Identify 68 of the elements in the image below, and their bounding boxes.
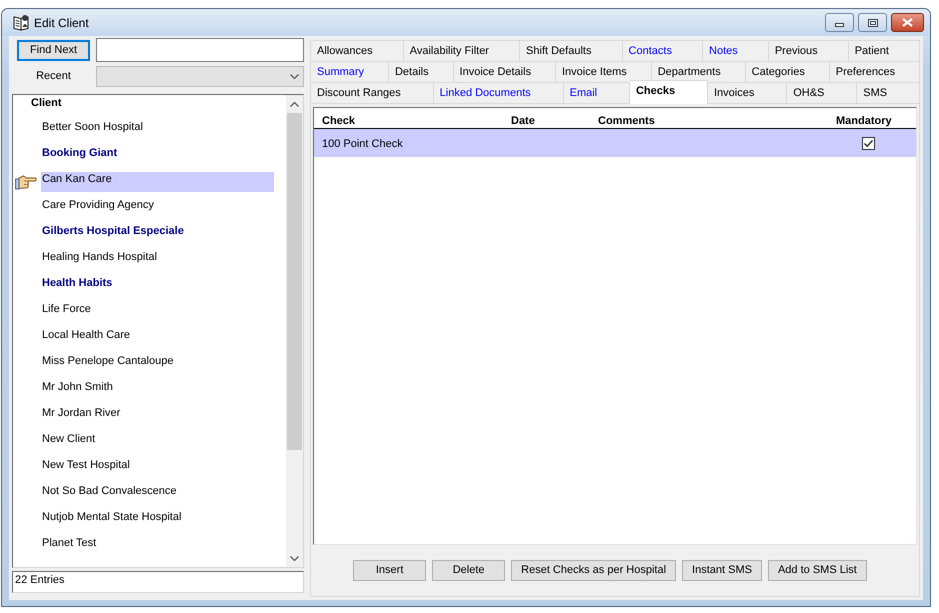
column-header: Check: [322, 115, 356, 127]
minimize-icon: [835, 23, 844, 27]
checkbox[interactable]: [862, 136, 875, 150]
table-cell: 100 Point Check: [322, 138, 403, 150]
client-list-item[interactable]: Can Kan Care: [41, 172, 274, 192]
search-field[interactable]: [96, 38, 304, 62]
find-next-button[interactable]: Find Next: [17, 40, 90, 60]
client-list-item[interactable]: Life Force: [41, 302, 274, 322]
tab[interactable]: Previous: [768, 40, 849, 61]
action-button[interactable]: Delete: [432, 560, 506, 581]
tab[interactable]: Discount Ranges: [310, 82, 434, 103]
tab[interactable]: Linked Documents: [434, 82, 564, 103]
client-list-item[interactable]: Planet Test: [41, 536, 274, 556]
column-header: Date: [511, 115, 535, 127]
table-row[interactable]: 100 Point Check: [314, 129, 916, 157]
action-button[interactable]: Reset Checks as per Hospital: [511, 560, 676, 581]
client-list-item[interactable]: Mr Jordan River: [41, 406, 274, 426]
column-header: Mandatory: [836, 115, 892, 127]
tab[interactable]: SMS: [857, 82, 920, 103]
tab[interactable]: Shift Defaults: [520, 40, 623, 61]
scrollbar[interactable]: [286, 95, 303, 567]
entry-count-field: 22 Entries: [12, 571, 304, 593]
client-list-item[interactable]: Health Habits: [41, 276, 274, 296]
chevron-up-icon[interactable]: [290, 102, 299, 106]
client-list-item[interactable]: Mr John Smith: [41, 380, 274, 400]
client-list-item[interactable]: New Test Hospital: [41, 458, 274, 478]
close-button[interactable]: [891, 13, 924, 32]
tab[interactable]: Allowances: [310, 40, 404, 61]
tab[interactable]: Invoice Items: [556, 61, 652, 82]
tab[interactable]: Checks: [630, 80, 708, 104]
tab[interactable]: Categories: [746, 61, 830, 82]
window-title: Edit Client: [34, 14, 89, 32]
client-list-item[interactable]: Healing Hands Hospital: [41, 250, 274, 270]
tab[interactable]: Availability Filter: [404, 40, 520, 61]
client-list-item[interactable]: Care Providing Agency: [41, 198, 274, 218]
recent-label: Recent: [35, 69, 72, 84]
book-icon: [13, 14, 30, 31]
column-header: Client: [31, 96, 63, 111]
scrollbar-thumb[interactable]: [287, 113, 302, 450]
minimize-button[interactable]: [825, 13, 854, 32]
tab[interactable]: Patient: [848, 40, 920, 61]
tab[interactable]: Departments: [652, 61, 746, 82]
pointing-hand-icon: [15, 173, 37, 190]
tab[interactable]: Summary: [310, 61, 389, 82]
client-list-item[interactable]: Miss Penelope Cantaloupe: [41, 354, 274, 374]
client-list-item[interactable]: New Client: [41, 432, 274, 452]
tab[interactable]: OH&S: [787, 82, 858, 103]
tab[interactable]: Preferences: [830, 61, 920, 82]
tab[interactable]: Notes: [703, 40, 769, 61]
client-list-item[interactable]: Better Soon Hospital: [41, 120, 274, 140]
action-button[interactable]: Insert: [353, 560, 426, 581]
maximize-icon: [868, 18, 878, 26]
maximize-button[interactable]: [858, 13, 887, 32]
chevron-down-icon[interactable]: [290, 556, 299, 561]
client-list-item[interactable]: Nutjob Mental State Hospital: [41, 510, 274, 530]
client-list-item[interactable]: Booking Giant: [41, 146, 274, 166]
action-button[interactable]: Instant SMS: [682, 560, 762, 581]
action-button[interactable]: Add to SMS List: [768, 560, 867, 581]
client-list-item[interactable]: Not So Bad Convalescence: [41, 484, 274, 504]
tab[interactable]: Contacts: [622, 40, 704, 61]
client-list-item[interactable]: Local Health Care: [41, 328, 274, 348]
tab[interactable]: Email: [564, 82, 630, 103]
tab[interactable]: Invoice Details: [454, 61, 556, 82]
tab[interactable]: Details: [388, 61, 454, 82]
client-list-item[interactable]: Gilberts Hospital Especiale: [41, 224, 274, 244]
column-header: Comments: [598, 115, 655, 127]
close-icon: [902, 18, 913, 27]
tab[interactable]: Invoices: [708, 82, 788, 103]
